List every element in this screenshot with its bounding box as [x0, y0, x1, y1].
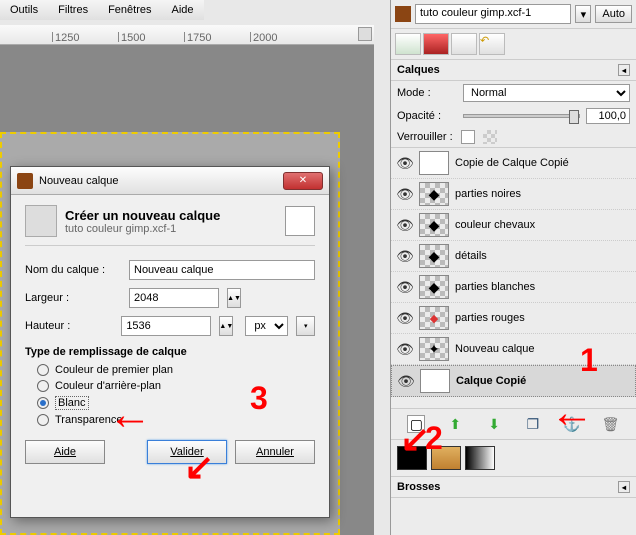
layer-name[interactable]: parties rouges — [455, 312, 630, 324]
duplicate-layer-icon[interactable]: ❐ — [524, 415, 542, 433]
annotation-3: 3 — [250, 380, 268, 417]
layer-name[interactable]: parties noires — [455, 188, 630, 200]
fill-type-label: Type de remplissage de calque — [25, 346, 315, 358]
radio-foreground[interactable] — [37, 364, 49, 376]
layer-name[interactable]: Nouveau calque — [455, 343, 630, 355]
layer-name[interactable]: parties blanches — [455, 281, 630, 293]
dialog-title: Nouveau calque — [39, 175, 283, 187]
eye-icon[interactable]: 👁 — [397, 248, 413, 264]
layer-name[interactable]: Copie de Calque Copié — [455, 157, 630, 169]
help-button[interactable]: Aide — [25, 440, 105, 464]
layer-thumb[interactable]: ◆ — [419, 182, 449, 206]
panel-menu-icon[interactable]: ◂ — [618, 481, 630, 493]
arrow-1: ← — [550, 388, 594, 438]
eye-icon[interactable]: 👁 — [398, 373, 414, 389]
arrow-ok: ↙ — [184, 446, 214, 488]
eye-icon[interactable]: 👁 — [397, 186, 413, 202]
new-layer-icon — [25, 205, 57, 237]
ruler-tick: 1500 — [118, 32, 145, 42]
height-input[interactable] — [121, 316, 211, 336]
lower-layer-icon[interactable]: ⬇ — [485, 415, 503, 433]
document-selector[interactable]: tuto couleur gimp.xcf-1 — [415, 4, 571, 24]
unit-dropdown-icon[interactable]: ▾ — [296, 316, 315, 336]
eye-icon[interactable]: 👁 — [397, 217, 413, 233]
cancel-button[interactable]: Annuler — [235, 440, 315, 464]
menu-outils[interactable]: Outils — [4, 2, 44, 18]
annotation-1: 1 — [580, 342, 598, 379]
radio-background[interactable] — [37, 380, 49, 392]
panel-menu-icon[interactable]: ◂ — [618, 64, 630, 76]
menu-aide[interactable]: Aide — [166, 2, 200, 18]
layers-tab-icon[interactable] — [395, 33, 421, 55]
menu-filtres[interactable]: Filtres — [52, 2, 94, 18]
layer-thumb[interactable]: ◆ — [419, 306, 449, 330]
document-dropdown-icon[interactable]: ▾ — [575, 5, 591, 23]
layer-name-input[interactable] — [129, 260, 315, 280]
radio-label: Couleur de premier plan — [55, 364, 173, 376]
swatch-gradient[interactable] — [465, 446, 495, 470]
layer-thumb[interactable] — [420, 369, 450, 393]
width-input[interactable] — [129, 288, 219, 308]
width-label: Largeur : — [25, 292, 121, 304]
delete-layer-icon[interactable]: 🗑 — [602, 415, 620, 433]
layer-thumb[interactable]: ✦ — [419, 337, 449, 361]
unit-select[interactable]: px — [245, 316, 288, 336]
width-spinner[interactable]: ▲▼ — [227, 288, 241, 308]
layers-title: Calques — [397, 64, 440, 76]
radio-transparent[interactable] — [37, 414, 49, 426]
layers-list[interactable]: 👁Copie de Calque Copié 👁◆parties noires … — [391, 148, 636, 408]
gimp-logo-icon — [17, 173, 33, 189]
height-label: Hauteur : — [25, 320, 113, 332]
preview-thumb — [285, 206, 315, 236]
ruler-tick: 1250 — [52, 32, 79, 42]
channels-tab-icon[interactable] — [423, 33, 449, 55]
raise-layer-icon[interactable]: ⬆ — [446, 415, 464, 433]
layer-thumb[interactable]: ◆ — [419, 275, 449, 299]
mode-select[interactable]: Normal — [463, 84, 630, 102]
layer-thumb[interactable]: ◆ — [419, 244, 449, 268]
eye-icon[interactable]: 👁 — [397, 279, 413, 295]
menu-fenetres[interactable]: Fenêtres — [102, 2, 157, 18]
main-menu[interactable]: Outils Filtres Fenêtres Aide — [0, 0, 204, 20]
mode-label: Mode : — [397, 87, 457, 99]
radio-white[interactable] — [37, 397, 49, 409]
ruler-tick: 2000 — [250, 32, 277, 42]
horizontal-ruler: 1250 1500 1750 2000 — [0, 25, 374, 45]
opacity-value[interactable]: 100,0 — [586, 108, 630, 124]
dialog-titlebar[interactable]: Nouveau calque ✕ — [11, 167, 329, 195]
layer-thumb[interactable] — [419, 151, 449, 175]
paths-tab-icon[interactable] — [451, 33, 477, 55]
lock-alpha-icon[interactable] — [483, 130, 497, 144]
auto-button[interactable]: Auto — [595, 5, 632, 23]
undo-tab-icon[interactable]: ↶ — [479, 33, 505, 55]
ruler-tick: 1750 — [184, 32, 211, 42]
gimp-logo-icon — [395, 6, 411, 22]
dialog-header: Créer un nouveau calque — [65, 208, 220, 223]
eye-icon[interactable]: 👁 — [397, 341, 413, 357]
opacity-slider[interactable] — [463, 114, 580, 118]
dialog-subtitle: tuto couleur gimp.xcf-1 — [65, 223, 220, 235]
arrow-2: ↙ — [400, 418, 430, 460]
layer-name[interactable]: couleur chevaux — [455, 219, 630, 231]
dock-tabs[interactable]: ↶ — [391, 29, 636, 60]
lock-pixels-checkbox[interactable] — [461, 130, 475, 144]
brosses-title: Brosses — [397, 481, 440, 493]
arrow-3: ← — [108, 390, 152, 440]
new-layer-dialog: Nouveau calque ✕ Créer un nouveau calque… — [10, 166, 330, 518]
radio-label: Blanc — [55, 396, 89, 410]
lock-label: Verrouiller : — [397, 131, 453, 143]
opacity-label: Opacité : — [397, 110, 457, 122]
layer-thumb[interactable]: ◆ — [419, 213, 449, 237]
ruler-toggle-icon[interactable] — [358, 27, 372, 41]
height-spinner[interactable]: ▲▼ — [219, 316, 233, 336]
layer-name[interactable]: détails — [455, 250, 630, 262]
layer-name[interactable]: Calque Copié — [456, 375, 629, 387]
close-button[interactable]: ✕ — [283, 172, 323, 190]
eye-icon[interactable]: 👁 — [397, 310, 413, 326]
layer-name-label: Nom du calque : — [25, 264, 121, 276]
eye-icon[interactable]: 👁 — [397, 155, 413, 171]
